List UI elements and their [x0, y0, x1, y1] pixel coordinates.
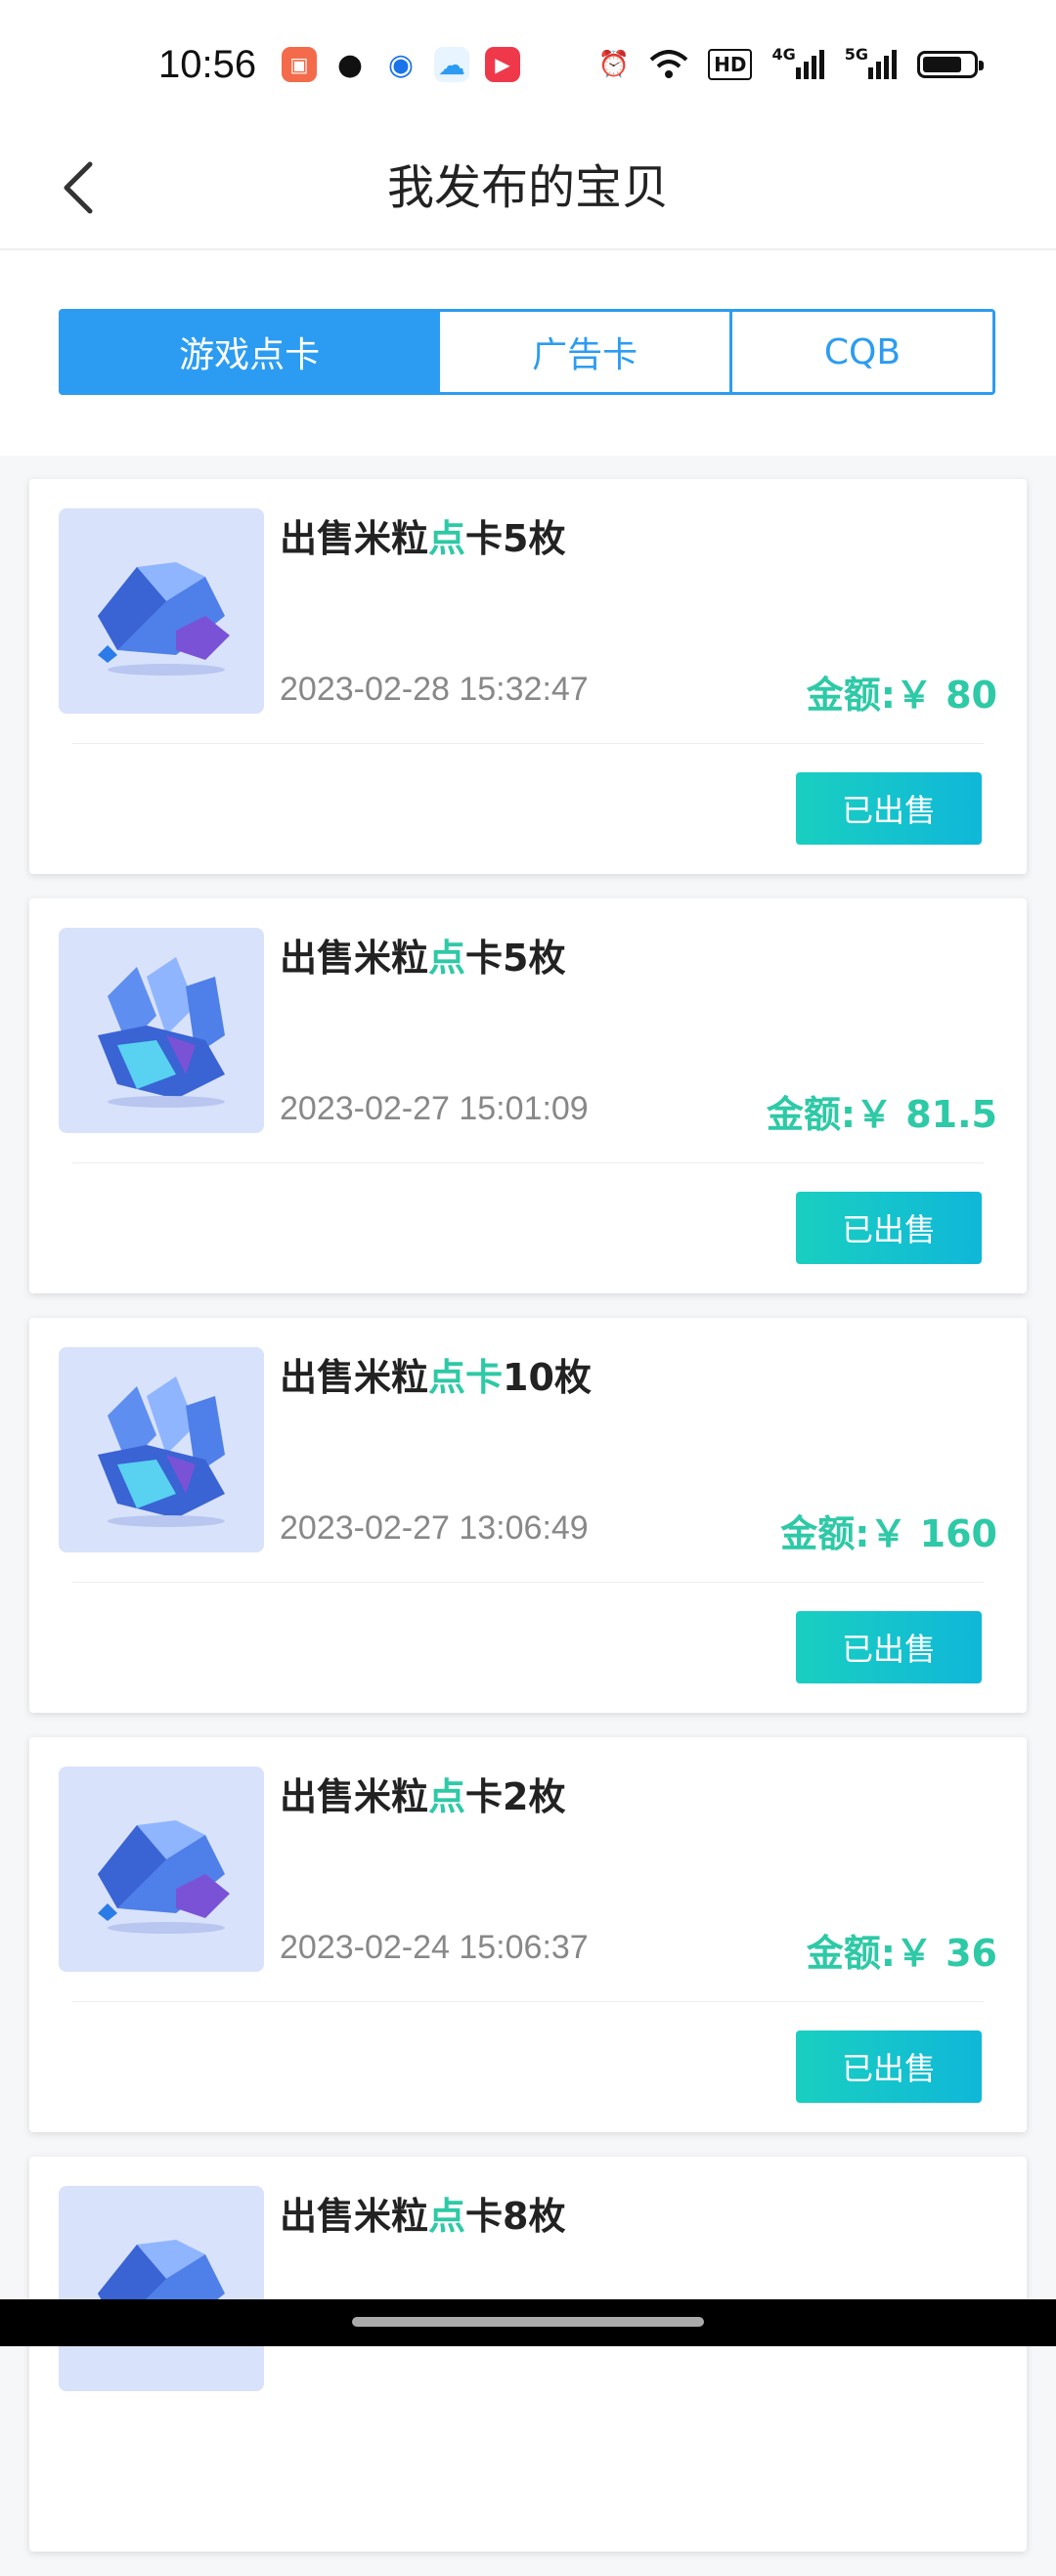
- item-title: 出售米粒点卡10枚: [280, 1356, 592, 1399]
- item-list: 出售米粒点卡5枚 2023-02-28 15:32:47 金额:￥ 80 已出售…: [29, 479, 1027, 2576]
- gem-icon: [59, 1767, 264, 1972]
- list-item[interactable]: 出售米粒点卡10枚 2023-02-27 13:06:49 金额:￥ 160 已…: [29, 1318, 1027, 1713]
- hd-badge: HD: [708, 49, 753, 80]
- category-tabs: 游戏点卡 广告卡 CQB: [59, 309, 995, 395]
- status-indicators: ⏰ HD 4G 5G: [597, 45, 984, 84]
- battery-icon: [917, 51, 984, 78]
- tab-area: 游戏点卡 广告卡 CQB: [0, 250, 1056, 456]
- status-bar: 10:56 ▣ ● ◉ ☁ ▶ ⏰ HD 4G 5G: [0, 0, 1056, 129]
- item-date: 2023-02-27 13:06:49: [280, 1509, 589, 1547]
- item-price: 金额:￥ 160: [780, 1512, 997, 1555]
- item-title: 出售米粒点卡5枚: [280, 517, 566, 560]
- tab-game-cards[interactable]: 游戏点卡: [62, 312, 438, 392]
- sold-status-button[interactable]: 已出售: [796, 2030, 982, 2103]
- wifi-icon: [649, 45, 688, 84]
- list-item[interactable]: 出售米粒点卡5枚 2023-02-27 15:01:09 金额:￥ 81.5 已…: [29, 898, 1027, 1293]
- item-title: 出售米粒点卡2枚: [280, 1775, 566, 1818]
- home-indicator-bar: [0, 2299, 1056, 2346]
- list-item[interactable]: 出售米粒点卡5枚 2023-02-28 15:32:47 金额:￥ 80 已出售: [29, 479, 1027, 874]
- browser-icon: ◉: [383, 47, 418, 82]
- item-price: 金额:￥ 81.5: [766, 1093, 997, 1136]
- item-date: 2023-02-28 15:32:47: [280, 671, 589, 708]
- item-price: 金额:￥ 80: [806, 674, 997, 717]
- gem-icon: [59, 508, 264, 714]
- network-5g-label: 5G: [844, 45, 868, 64]
- tab-ad-cards[interactable]: 广告卡: [437, 312, 729, 392]
- video-app-icon: ▶: [485, 47, 520, 82]
- app-notification-icon: ▣: [282, 47, 317, 82]
- divider: [72, 743, 984, 744]
- divider: [72, 2001, 984, 2002]
- page-title: 我发布的宝贝: [386, 160, 669, 215]
- item-title: 出售米粒点卡5枚: [280, 937, 566, 980]
- qq-icon: ●: [332, 47, 368, 82]
- list-item[interactable]: 出售米粒点卡2枚 2023-02-24 15:06:37 金额:￥ 36 已出售: [29, 1737, 1027, 2132]
- sold-status-button[interactable]: 已出售: [796, 1611, 982, 1683]
- crystal-icon: [59, 1347, 264, 1552]
- sold-status-button[interactable]: 已出售: [796, 1192, 982, 1264]
- sold-status-button[interactable]: 已出售: [796, 772, 982, 845]
- item-date: 2023-02-27 15:01:09: [280, 1090, 589, 1127]
- item-date: 2023-02-24 15:06:37: [280, 1929, 589, 1966]
- status-time: 10:56: [158, 43, 257, 86]
- item-price: 金额:￥ 36: [806, 1932, 997, 1975]
- network-4g-label: 4G: [771, 45, 796, 64]
- home-indicator[interactable]: [352, 2317, 704, 2327]
- signal-4g-icon: 4G: [771, 45, 824, 84]
- nav-bar: 我发布的宝贝: [0, 129, 1056, 250]
- tab-cqb[interactable]: CQB: [728, 312, 992, 392]
- divider: [72, 1582, 984, 1583]
- cloud-icon: ☁: [434, 47, 469, 82]
- list-item[interactable]: 出售米粒点卡8枚: [29, 2157, 1027, 2552]
- signal-5g-icon: 5G: [845, 45, 898, 84]
- status-app-icons: ▣ ● ◉ ☁ ▶: [282, 47, 520, 82]
- gem-icon: [59, 2186, 264, 2391]
- alarm-icon: ⏰: [597, 50, 631, 79]
- crystal-icon: [59, 928, 264, 1133]
- divider: [72, 1162, 984, 1163]
- item-title: 出售米粒点卡8枚: [280, 2195, 566, 2238]
